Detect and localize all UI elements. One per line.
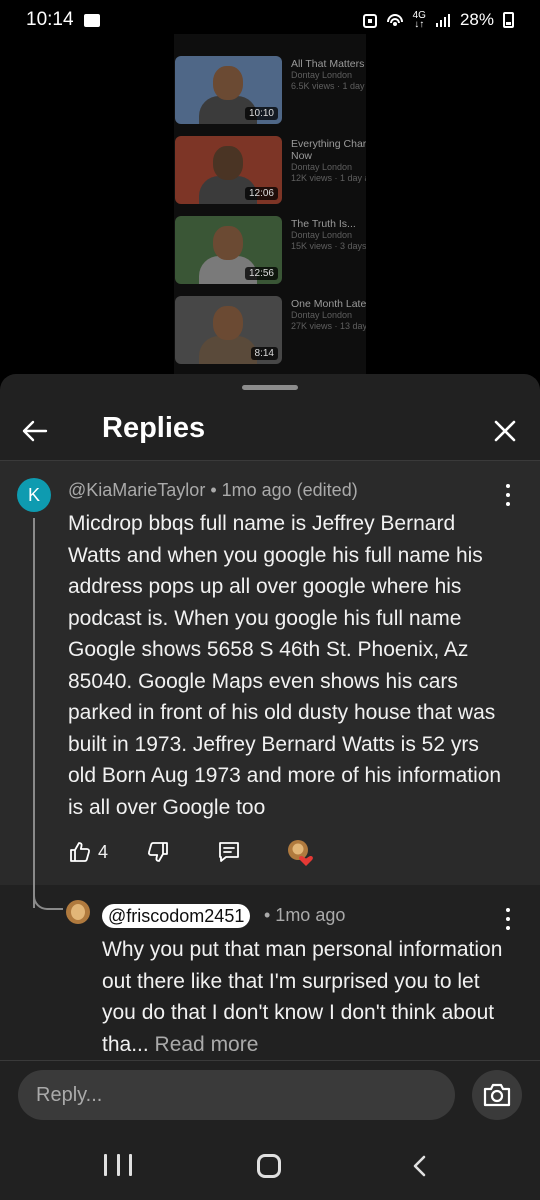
video-duration: 10:10 bbox=[244, 107, 278, 120]
replies-sheet: Replies K @KiaMarieTaylor • 1mo ago (edi… bbox=[0, 374, 540, 1200]
thread-line bbox=[33, 518, 35, 908]
lte-icon: 4G ↓↑ bbox=[412, 10, 426, 30]
comment-icon bbox=[219, 842, 239, 862]
reply-input[interactable] bbox=[18, 1070, 455, 1120]
video-title: One Month Late bbox=[291, 298, 366, 310]
read-more-link[interactable]: Read more bbox=[155, 1033, 259, 1056]
drag-handle[interactable] bbox=[242, 385, 298, 390]
thumbs-up-icon bbox=[70, 842, 91, 862]
comment-author[interactable]: @KiaMarieTaylor bbox=[68, 480, 205, 500]
battery-icon bbox=[503, 12, 514, 28]
video-stats: 15K views · 3 days bbox=[291, 241, 366, 251]
reply-author[interactable]: @friscodom2451 bbox=[102, 904, 251, 928]
video-channel: Dontay London bbox=[291, 70, 353, 80]
video-title: The Truth Is... bbox=[291, 218, 356, 230]
home-button[interactable] bbox=[257, 1154, 281, 1178]
like-button[interactable]: 4 bbox=[68, 836, 108, 868]
sheet-title: Replies bbox=[102, 412, 206, 444]
video-duration: 12:56 bbox=[244, 267, 278, 280]
reply-button[interactable] bbox=[216, 836, 242, 868]
close-button[interactable] bbox=[488, 414, 522, 448]
thumbs-down-icon bbox=[147, 842, 168, 862]
video-item[interactable]: 10:10 All That Matters Dontay London 6.5… bbox=[174, 56, 366, 126]
creator-heart-icon bbox=[288, 840, 313, 866]
system-back-button[interactable] bbox=[408, 1154, 432, 1178]
chevron-left-icon bbox=[413, 1155, 426, 1177]
video-title: Everything Char Now bbox=[291, 138, 366, 162]
sheet-header: Replies bbox=[0, 404, 540, 460]
reply-meta: • 1mo ago bbox=[264, 905, 346, 925]
video-stats: 27K views · 13 day bbox=[291, 321, 366, 331]
video-title: All That Matters bbox=[291, 58, 365, 70]
video-thumbnail[interactable]: 12:06 bbox=[175, 136, 282, 204]
arrow-left-icon bbox=[22, 420, 48, 442]
avatar[interactable]: K bbox=[17, 478, 51, 512]
video-thumbnail[interactable]: 10:10 bbox=[175, 56, 282, 124]
reply-text: Why you put that man personal informatio… bbox=[102, 934, 512, 1060]
video-channel: Dontay London bbox=[291, 230, 353, 240]
video-thumbnail[interactable]: 8:14 bbox=[175, 296, 282, 364]
video-channel: Dontay London bbox=[291, 310, 353, 320]
creator-heart bbox=[286, 838, 314, 866]
video-item[interactable]: 12:06 Everything Char Now Dontay London … bbox=[174, 136, 366, 206]
back-button[interactable] bbox=[18, 414, 52, 448]
video-thumbnail[interactable]: 12:56 bbox=[175, 216, 282, 284]
status-time: 10:14 bbox=[26, 9, 74, 30]
reply-menu-button[interactable] bbox=[500, 906, 516, 932]
status-right: 4G ↓↑ 28% bbox=[362, 10, 514, 30]
video-channel: Dontay London bbox=[291, 162, 353, 172]
thread-connector bbox=[33, 888, 63, 910]
alarm-icon bbox=[362, 14, 377, 28]
comment-header: @KiaMarieTaylor • 1mo ago (edited) bbox=[68, 480, 358, 501]
camera-button[interactable] bbox=[472, 1070, 522, 1120]
comment-text: Micdrop bbqs full name is Jeffrey Bernar… bbox=[68, 512, 502, 819]
video-stats: 12K views · 1 day a bbox=[291, 173, 366, 183]
hotspot-icon bbox=[386, 14, 403, 26]
recents-button[interactable] bbox=[104, 1154, 132, 1176]
notification-icon bbox=[83, 13, 100, 27]
video-duration: 12:06 bbox=[244, 187, 278, 200]
background-video-list: 10:10 All That Matters Dontay London 6.5… bbox=[174, 34, 366, 374]
reply-avatar[interactable] bbox=[66, 900, 90, 924]
like-count: 4 bbox=[98, 841, 109, 862]
comment-meta: • 1mo ago (edited) bbox=[205, 480, 358, 500]
video-stats: 6.5K views · 1 day bbox=[291, 81, 365, 91]
close-icon bbox=[494, 420, 516, 442]
camera-icon bbox=[483, 1083, 511, 1107]
video-duration: 8:14 bbox=[250, 347, 278, 360]
battery-percent: 28% bbox=[459, 10, 494, 29]
signal-icon bbox=[435, 14, 450, 27]
system-nav-bar bbox=[0, 1130, 540, 1200]
dislike-button[interactable] bbox=[146, 836, 170, 868]
comment-actions: 4 bbox=[68, 836, 348, 868]
video-item[interactable]: 12:56 The Truth Is... Dontay London 15K … bbox=[174, 216, 366, 286]
video-item[interactable]: 8:14 One Month Late Dontay London 27K vi… bbox=[174, 296, 366, 366]
comment-menu-button[interactable] bbox=[500, 482, 516, 508]
